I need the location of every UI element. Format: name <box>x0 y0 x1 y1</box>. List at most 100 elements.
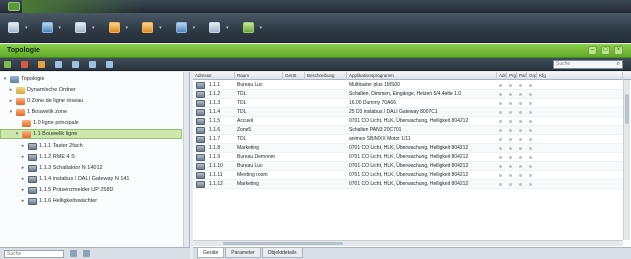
table-row[interactable]: 1.1.1 Bureau Luc Multitaster plus 1MS00 <box>193 81 623 90</box>
table-row[interactable]: 1.1.9 Bureau Demonet 0701 CO Licht, HLK, Ü… <box>193 153 623 162</box>
collapse-icon[interactable]: ▾ <box>14 131 20 137</box>
search-input[interactable]: Suche ⌕ <box>553 60 623 69</box>
status-flag <box>519 111 522 114</box>
status-flag <box>499 129 502 132</box>
catalog-button[interactable] <box>89 60 98 68</box>
scroll-thumb[interactable] <box>223 242 343 245</box>
diagnostics-button[interactable]: ▾ <box>138 19 166 37</box>
ribbon: ▾ ▾ ▾ ▾ ▾ ▾ ▾ ▾ <box>0 13 631 43</box>
table-row[interactable]: 1.1.10 Bureau Luc 0701 CO Licht, HLK, Über… <box>193 162 623 171</box>
table-row[interactable]: 1.1.11 Meeting room 0701 CO Licht, HLK, Üb… <box>193 171 623 180</box>
status-flag <box>499 147 502 150</box>
table-row[interactable]: 1.1.7 TDL animeo SB/MXX Motor 1/11 <box>193 135 623 144</box>
import-button[interactable]: ▾ <box>38 19 66 37</box>
new-icon <box>8 22 19 33</box>
view-options-icon[interactable] <box>83 250 90 257</box>
table-row[interactable]: 1.1.12 Marketing 0701 CO Licht, HLK, Überw… <box>193 180 623 189</box>
device-grid: Adresse Raum Gerät Beschreibung Applikat… <box>193 72 631 247</box>
column-header-prg[interactable]: Prg <box>507 72 517 80</box>
column-header-grp[interactable]: Grp <box>527 72 537 80</box>
status-flag <box>509 129 512 132</box>
tree-node[interactable]: ▸ 1.1.1 Taster 2fach <box>0 141 189 151</box>
workspace-button[interactable]: ▾ <box>172 19 200 37</box>
tab-parameters[interactable]: Parameter <box>225 248 261 258</box>
grid-vertical-scrollbar[interactable] <box>623 80 630 240</box>
tree-node[interactable]: ▸ 1.1.6 Helligkeitswächter <box>0 196 189 206</box>
column-header-device[interactable]: Gerät <box>283 72 305 80</box>
device-icon <box>196 100 205 107</box>
tree-node[interactable]: ▸ 1.1.2 RME 4 S <box>0 152 189 162</box>
tree-node[interactable]: ▾ 1 Bouwelik zone <box>0 107 189 117</box>
cell-address: 1.1.9 <box>209 154 221 160</box>
properties-button[interactable] <box>55 60 64 68</box>
expand-icon[interactable]: ▸ <box>8 87 14 93</box>
tree-node[interactable]: ▸ Dynamische Ordner <box>0 85 189 95</box>
table-row[interactable]: 1.1.5 Accueil 0701 CO Licht, HLK, Überwach… <box>193 117 623 126</box>
tree-scrollbar[interactable] <box>183 72 189 247</box>
status-flag <box>519 165 522 168</box>
cell-room: Marketing <box>237 145 259 151</box>
table-row[interactable]: 1.1.3 TDL 16.00 Dummy 70A66 <box>193 99 623 108</box>
cell-room: Bureau Luc <box>237 163 263 169</box>
column-header-par[interactable]: Par <box>517 72 527 80</box>
download-button[interactable] <box>72 60 81 68</box>
column-header-room[interactable]: Raum <box>235 72 283 80</box>
expand-icon[interactable]: ▸ <box>20 165 26 171</box>
tree-node[interactable]: ▸ 1.1.3 Schaltaktor N 14012 <box>0 163 189 173</box>
expand-icon[interactable]: ▸ <box>20 143 26 149</box>
scroll-thumb[interactable] <box>625 94 629 124</box>
tab-object-details[interactable]: Objektdetails <box>261 248 303 258</box>
info-button[interactable] <box>106 60 115 68</box>
collapse-icon[interactable]: ▾ <box>2 76 8 82</box>
tree-node[interactable]: ▾ Topologie <box>0 74 189 84</box>
expand-icon[interactable]: ▸ <box>20 154 26 160</box>
tree-node[interactable]: 1.0 ligne principale <box>0 118 189 128</box>
table-row[interactable]: 1.1.6 Zone5 Schalten PAN3 20C701 <box>193 126 623 135</box>
delete-button[interactable] <box>21 60 30 68</box>
tools-button[interactable]: ▾ <box>105 19 133 37</box>
table-row[interactable]: 1.1.4 TDL 25 D3 instabus / DALI Gateway 80… <box>193 108 623 117</box>
tab-devices[interactable]: Geräte <box>197 248 225 258</box>
tree-node[interactable]: ▸ 1.1.4 instabus / DALI Gateway N 141 <box>0 174 189 184</box>
expand-icon[interactable]: ▸ <box>20 198 26 204</box>
collapse-icon[interactable]: ▾ <box>8 109 14 115</box>
close-icon[interactable]: × <box>614 46 623 55</box>
print-button[interactable]: ▾ <box>71 19 99 37</box>
expand-icon[interactable]: ▸ <box>20 176 26 182</box>
tree-node-selected[interactable]: ▾ 1.1 Bouwelik ligne <box>0 129 182 139</box>
minimize-icon[interactable]: – <box>588 46 597 55</box>
tree-node[interactable]: ▸ 1.1.5 Präsenzmelder UP 258D <box>0 185 189 195</box>
status-flag <box>519 174 522 177</box>
column-header-address[interactable]: Adresse <box>193 72 235 80</box>
filter-icon[interactable] <box>70 250 77 257</box>
new-button[interactable]: ▾ <box>4 19 32 37</box>
maximize-icon[interactable]: □ <box>601 46 610 55</box>
expand-icon[interactable]: ▸ <box>20 187 26 193</box>
column-header-adr[interactable]: Adr <box>497 72 507 80</box>
status-flag <box>519 102 522 105</box>
column-header-application[interactable]: Applikationsprogramm <box>347 72 497 80</box>
add-devices-button[interactable] <box>4 60 13 68</box>
new-folder-button[interactable] <box>38 60 47 68</box>
cell-address: 1.1.10 <box>209 163 223 169</box>
expand-icon[interactable]: ▸ <box>8 98 14 104</box>
column-header-kfg[interactable]: Kfg <box>537 72 623 80</box>
device-icon <box>196 127 205 134</box>
grid-horizontal-scrollbar[interactable] <box>193 240 623 246</box>
status-flag <box>509 138 512 141</box>
column-header-description[interactable]: Beschreibung <box>305 72 347 80</box>
table-row[interactable]: 1.1.8 Marketing 0701 CO Licht, HLK, Überwa… <box>193 144 623 153</box>
settings-icon <box>209 22 221 33</box>
status-flag <box>499 138 502 141</box>
table-row[interactable]: 1.1.2 TDL Schalten, Dimmen, Eingänge, Heiz… <box>193 90 623 99</box>
device-icon <box>196 91 205 98</box>
cell-room: TDL <box>237 109 247 115</box>
help-button[interactable]: ▾ <box>239 19 267 37</box>
cell-address: 1.1.12 <box>209 181 223 187</box>
tree-node[interactable]: ▸ 0 Zone de ligne réseau <box>0 96 189 106</box>
status-flag <box>509 102 512 105</box>
properties-icon <box>55 60 62 68</box>
app-icon[interactable] <box>8 2 20 11</box>
tree-search-input[interactable]: Suche <box>4 249 64 258</box>
settings-button[interactable]: ▾ <box>205 19 233 37</box>
